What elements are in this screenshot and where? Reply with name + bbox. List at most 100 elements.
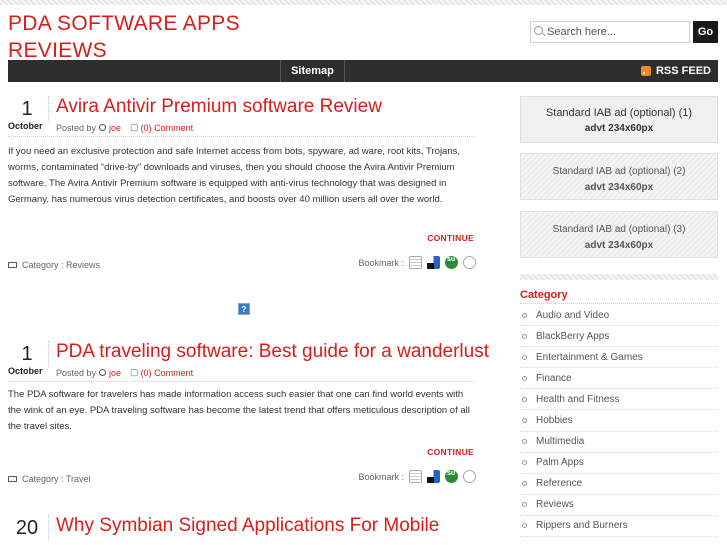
category-item[interactable]: Multimedia [520, 432, 718, 453]
category-item[interactable]: Palm Apps [520, 453, 718, 474]
digg-icon[interactable] [409, 470, 422, 483]
search-go-button[interactable]: Go [693, 21, 718, 43]
category-heading: Category [520, 289, 568, 301]
folder-icon [8, 476, 17, 482]
category-label: BlackBerry Apps [536, 330, 610, 342]
ad-label: Standard IAB ad (optional) (3) [552, 224, 686, 235]
bullet-icon [522, 333, 527, 339]
category-item[interactable]: Hobbies [520, 410, 718, 432]
user-icon [99, 124, 107, 131]
bookmark-label: Bookmark : [358, 471, 404, 482]
delicious-icon[interactable] [427, 470, 440, 483]
category-label: Health and Fitness [536, 393, 620, 405]
post-title-link[interactable]: Why Symbian Signed Applications For Mobi… [56, 515, 439, 537]
ad-slot-3[interactable]: Standard IAB ad (optional) (3) advt 234x… [520, 211, 718, 258]
category-item[interactable]: Finance [520, 368, 718, 390]
category-item[interactable]: Reviews [520, 495, 718, 516]
ad-size: advt 234x60px [584, 182, 654, 193]
comment-count-link[interactable]: (0) Comment [141, 123, 194, 133]
user-icon [99, 369, 107, 376]
posted-by-label: Posted by [56, 367, 97, 378]
category-label: Palm Apps [536, 457, 584, 469]
post-divider [8, 381, 476, 382]
category-item[interactable]: Entertainment & Games [520, 347, 718, 369]
post-title-link[interactable]: PDA traveling software: Best guide for a… [56, 341, 489, 363]
ad-slot-2[interactable]: Standard IAB ad (optional) (2) advt 234x… [520, 153, 718, 200]
folder-icon [8, 262, 17, 268]
nav-bar: Sitemap RSS FEED [8, 60, 718, 82]
post-date-day: 20 [15, 517, 39, 539]
author-link[interactable]: joe [109, 123, 121, 133]
bullet-icon [522, 312, 527, 318]
bullet-icon [522, 396, 527, 402]
nav-sitemap-link[interactable]: Sitemap [280, 60, 345, 82]
reddit-icon[interactable] [463, 256, 476, 269]
rss-feed-label: RSS FEED [655, 65, 711, 77]
bullet-icon [522, 460, 527, 466]
category-item[interactable]: BlackBerry Apps [520, 326, 718, 348]
site-title[interactable]: PDA SOFTWARE APPS REVIEWS [8, 10, 308, 64]
post-date-month: October [8, 366, 43, 376]
post-date-day: 1 [21, 98, 33, 120]
author-link[interactable]: joe [109, 368, 121, 378]
ad-slot-1[interactable]: Standard IAB ad (optional) (1) advt 234x… [520, 96, 718, 143]
ad-label: Standard IAB ad (optional) (1) [545, 107, 693, 119]
comment-count-link[interactable]: (0) Comment [141, 368, 194, 378]
category-heading-rule [520, 303, 718, 304]
reddit-icon[interactable] [463, 470, 476, 483]
bullet-icon [522, 354, 527, 360]
stumbleupon-icon[interactable] [445, 470, 458, 483]
stumbleupon-icon[interactable] [445, 256, 458, 269]
date-divider [48, 341, 49, 367]
rss-feed-link[interactable]: RSS FEED [640, 60, 711, 82]
category-item[interactable]: Audio and Video [520, 305, 718, 327]
category-label: Reviews [536, 499, 574, 511]
bullet-icon [522, 418, 527, 424]
continue-link[interactable]: CONTINUE [427, 233, 474, 243]
ad-size: advt 234x60px [584, 240, 654, 251]
post-date-month: October [8, 121, 43, 131]
post-category-label[interactable]: Category : Reviews [22, 260, 100, 270]
date-divider [48, 515, 49, 541]
ad-size: advt 234x60px [584, 123, 654, 134]
post-date-day: 1 [21, 343, 33, 365]
post-excerpt: If you need an exclusive protection and … [8, 146, 461, 205]
search-icon [534, 26, 543, 35]
search-input[interactable] [530, 21, 690, 43]
bookmark-bar: Bookmark : [358, 470, 476, 483]
bullet-icon [522, 502, 527, 508]
post-category: Category : Travel [8, 474, 91, 484]
comment-icon: ▢ [130, 122, 139, 132]
comment-icon: ▢ [130, 367, 139, 377]
continue-link[interactable]: CONTINUE [427, 447, 474, 457]
posted-by-label: Posted by [56, 122, 97, 133]
sidebar-divider [520, 274, 718, 280]
bookmark-label: Bookmark : [358, 257, 404, 268]
category-label: Hobbies [536, 415, 573, 427]
post-meta: Posted by joe ▢ (0) Comment [56, 367, 193, 378]
post-meta: Posted by joe ▢ (0) Comment [56, 122, 193, 133]
post-category: Category : Reviews [8, 260, 100, 270]
category-item[interactable]: Reference [520, 474, 718, 495]
top-pattern-strip [0, 0, 727, 5]
post-divider [8, 136, 476, 137]
category-label: Rippers and Burners [536, 520, 628, 532]
broken-image-icon: ? [238, 303, 250, 315]
bookmark-bar: Bookmark : [358, 256, 476, 269]
post-title-link[interactable]: Avira Antivir Premium software Review [56, 96, 382, 118]
post-category-label[interactable]: Category : Travel [22, 474, 91, 484]
category-list: Audio and Video BlackBerry Apps Entertai… [520, 305, 718, 538]
category-label: Audio and Video [536, 309, 610, 321]
category-item[interactable]: Rippers and Burners [520, 516, 718, 538]
ad-label: Standard IAB ad (optional) (2) [552, 166, 686, 177]
category-label: Reference [536, 478, 583, 490]
rss-icon [640, 66, 651, 76]
bullet-icon [522, 439, 527, 445]
bullet-icon [522, 523, 527, 529]
digg-icon[interactable] [409, 256, 422, 269]
bullet-icon [522, 375, 527, 381]
category-label: Entertainment & Games [536, 351, 643, 363]
delicious-icon[interactable] [427, 256, 440, 269]
bullet-icon [522, 481, 527, 487]
category-item[interactable]: Health and Fitness [520, 389, 718, 411]
